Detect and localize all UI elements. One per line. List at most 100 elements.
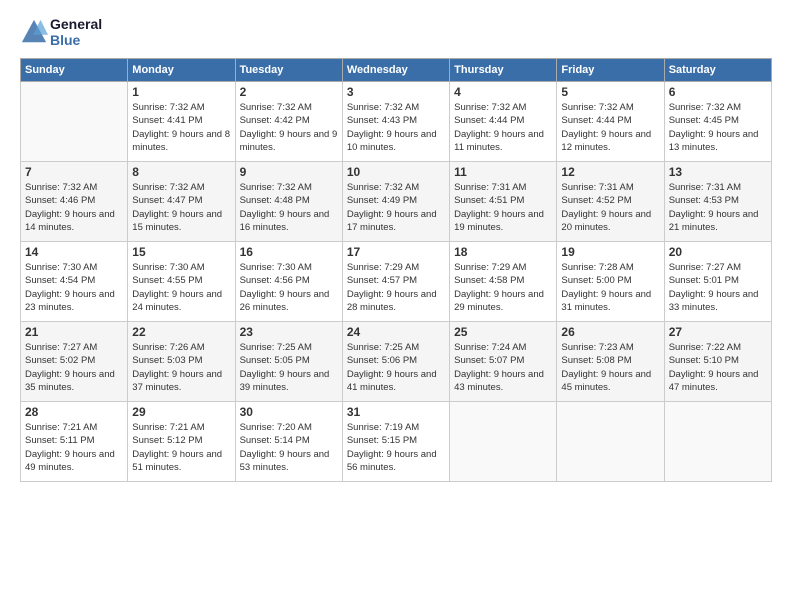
daylight: Daylight: 9 hours and 11 minutes. [454,128,552,155]
day-number: 10 [347,165,445,179]
day-info: Sunrise: 7:32 AM Sunset: 4:47 PM Dayligh… [132,181,230,234]
sunset: Sunset: 4:45 PM [669,114,767,127]
day-cell: 12 Sunrise: 7:31 AM Sunset: 4:52 PM Dayl… [557,162,664,242]
sunrise: Sunrise: 7:21 AM [25,421,123,434]
weekday-header-tuesday: Tuesday [235,59,342,82]
day-info: Sunrise: 7:25 AM Sunset: 5:06 PM Dayligh… [347,341,445,394]
sunrise: Sunrise: 7:23 AM [561,341,659,354]
sunset: Sunset: 5:14 PM [240,434,338,447]
day-info: Sunrise: 7:32 AM Sunset: 4:42 PM Dayligh… [240,101,338,154]
weekday-header-sunday: Sunday [21,59,128,82]
day-number: 31 [347,405,445,419]
calendar-table: SundayMondayTuesdayWednesdayThursdayFrid… [20,58,772,482]
day-info: Sunrise: 7:32 AM Sunset: 4:45 PM Dayligh… [669,101,767,154]
sunset: Sunset: 4:54 PM [25,274,123,287]
day-number: 25 [454,325,552,339]
day-number: 19 [561,245,659,259]
sunset: Sunset: 4:43 PM [347,114,445,127]
day-cell: 7 Sunrise: 7:32 AM Sunset: 4:46 PM Dayli… [21,162,128,242]
daylight: Daylight: 9 hours and 20 minutes. [561,208,659,235]
daylight: Daylight: 9 hours and 47 minutes. [669,368,767,395]
sunset: Sunset: 5:03 PM [132,354,230,367]
week-row-3: 14 Sunrise: 7:30 AM Sunset: 4:54 PM Dayl… [21,242,772,322]
day-info: Sunrise: 7:20 AM Sunset: 5:14 PM Dayligh… [240,421,338,474]
day-cell: 29 Sunrise: 7:21 AM Sunset: 5:12 PM Dayl… [128,402,235,482]
sunset: Sunset: 5:01 PM [669,274,767,287]
daylight: Daylight: 9 hours and 29 minutes. [454,288,552,315]
daylight: Daylight: 9 hours and 28 minutes. [347,288,445,315]
sunrise: Sunrise: 7:29 AM [347,261,445,274]
sunrise: Sunrise: 7:26 AM [132,341,230,354]
daylight: Daylight: 9 hours and 12 minutes. [561,128,659,155]
day-cell: 10 Sunrise: 7:32 AM Sunset: 4:49 PM Dayl… [342,162,449,242]
day-cell [21,82,128,162]
day-info: Sunrise: 7:25 AM Sunset: 5:05 PM Dayligh… [240,341,338,394]
weekday-header-saturday: Saturday [664,59,771,82]
sunset: Sunset: 5:07 PM [454,354,552,367]
day-number: 2 [240,85,338,99]
day-info: Sunrise: 7:31 AM Sunset: 4:52 PM Dayligh… [561,181,659,234]
day-number: 15 [132,245,230,259]
calendar-page: General Blue SundayMondayTuesdayWednesda… [0,0,792,612]
day-cell: 23 Sunrise: 7:25 AM Sunset: 5:05 PM Dayl… [235,322,342,402]
sunrise: Sunrise: 7:31 AM [669,181,767,194]
day-cell: 19 Sunrise: 7:28 AM Sunset: 5:00 PM Dayl… [557,242,664,322]
day-cell: 18 Sunrise: 7:29 AM Sunset: 4:58 PM Dayl… [450,242,557,322]
daylight: Daylight: 9 hours and 9 minutes. [240,128,338,155]
sunset: Sunset: 4:47 PM [132,194,230,207]
day-cell: 14 Sunrise: 7:30 AM Sunset: 4:54 PM Dayl… [21,242,128,322]
sunrise: Sunrise: 7:30 AM [25,261,123,274]
day-cell: 21 Sunrise: 7:27 AM Sunset: 5:02 PM Dayl… [21,322,128,402]
daylight: Daylight: 9 hours and 16 minutes. [240,208,338,235]
day-number: 23 [240,325,338,339]
sunrise: Sunrise: 7:32 AM [347,181,445,194]
week-row-2: 7 Sunrise: 7:32 AM Sunset: 4:46 PM Dayli… [21,162,772,242]
day-number: 1 [132,85,230,99]
day-info: Sunrise: 7:27 AM Sunset: 5:01 PM Dayligh… [669,261,767,314]
sunset: Sunset: 4:52 PM [561,194,659,207]
day-info: Sunrise: 7:31 AM Sunset: 4:53 PM Dayligh… [669,181,767,234]
logo: General Blue [20,16,102,48]
daylight: Daylight: 9 hours and 13 minutes. [669,128,767,155]
sunset: Sunset: 5:15 PM [347,434,445,447]
daylight: Daylight: 9 hours and 14 minutes. [25,208,123,235]
daylight: Daylight: 9 hours and 17 minutes. [347,208,445,235]
sunrise: Sunrise: 7:32 AM [454,101,552,114]
sunrise: Sunrise: 7:32 AM [132,101,230,114]
sunrise: Sunrise: 7:22 AM [669,341,767,354]
sunrise: Sunrise: 7:32 AM [240,181,338,194]
day-number: 16 [240,245,338,259]
sunset: Sunset: 4:42 PM [240,114,338,127]
daylight: Daylight: 9 hours and 53 minutes. [240,448,338,475]
day-info: Sunrise: 7:19 AM Sunset: 5:15 PM Dayligh… [347,421,445,474]
day-number: 24 [347,325,445,339]
daylight: Daylight: 9 hours and 23 minutes. [25,288,123,315]
sunset: Sunset: 5:06 PM [347,354,445,367]
day-info: Sunrise: 7:29 AM Sunset: 4:58 PM Dayligh… [454,261,552,314]
day-number: 5 [561,85,659,99]
day-cell: 1 Sunrise: 7:32 AM Sunset: 4:41 PM Dayli… [128,82,235,162]
daylight: Daylight: 9 hours and 15 minutes. [132,208,230,235]
day-cell: 5 Sunrise: 7:32 AM Sunset: 4:44 PM Dayli… [557,82,664,162]
sunset: Sunset: 4:48 PM [240,194,338,207]
sunset: Sunset: 4:57 PM [347,274,445,287]
day-info: Sunrise: 7:32 AM Sunset: 4:44 PM Dayligh… [561,101,659,154]
day-info: Sunrise: 7:21 AM Sunset: 5:11 PM Dayligh… [25,421,123,474]
day-info: Sunrise: 7:32 AM Sunset: 4:46 PM Dayligh… [25,181,123,234]
sunrise: Sunrise: 7:24 AM [454,341,552,354]
day-number: 26 [561,325,659,339]
day-cell: 30 Sunrise: 7:20 AM Sunset: 5:14 PM Dayl… [235,402,342,482]
day-cell: 6 Sunrise: 7:32 AM Sunset: 4:45 PM Dayli… [664,82,771,162]
sunset: Sunset: 4:41 PM [132,114,230,127]
daylight: Daylight: 9 hours and 43 minutes. [454,368,552,395]
day-cell: 9 Sunrise: 7:32 AM Sunset: 4:48 PM Dayli… [235,162,342,242]
daylight: Daylight: 9 hours and 37 minutes. [132,368,230,395]
day-number: 8 [132,165,230,179]
sunset: Sunset: 4:58 PM [454,274,552,287]
day-cell [557,402,664,482]
week-row-5: 28 Sunrise: 7:21 AM Sunset: 5:11 PM Dayl… [21,402,772,482]
day-cell: 13 Sunrise: 7:31 AM Sunset: 4:53 PM Dayl… [664,162,771,242]
day-cell: 24 Sunrise: 7:25 AM Sunset: 5:06 PM Dayl… [342,322,449,402]
day-number: 3 [347,85,445,99]
day-info: Sunrise: 7:32 AM Sunset: 4:41 PM Dayligh… [132,101,230,154]
